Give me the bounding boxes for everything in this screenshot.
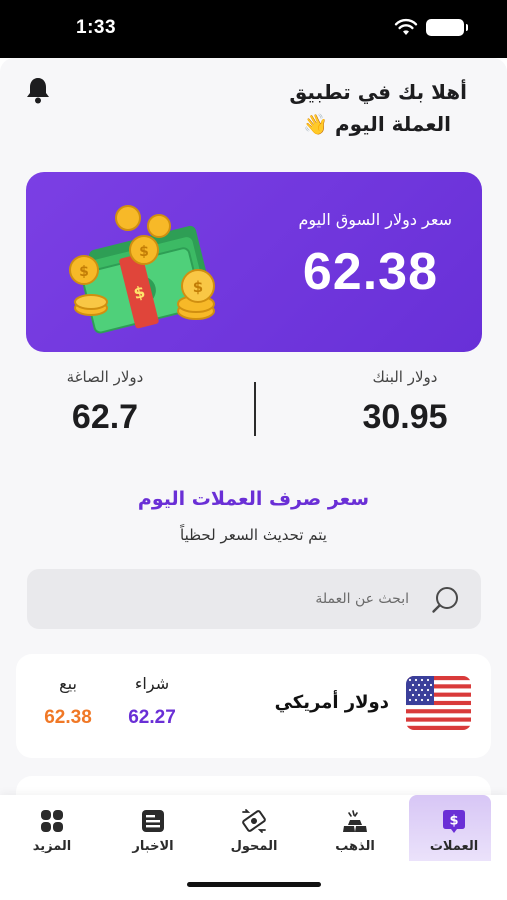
status-time: 1:33 — [76, 17, 117, 38]
market-dollar-card: $ $ $ $ $ سعر دولار السوق اليوم 62.38 — [26, 172, 482, 352]
rates-divider — [254, 382, 256, 436]
tab-gold-label: الذهب — [335, 839, 375, 854]
bank-dollar-rate: دولار البنك 30.95 — [345, 368, 465, 437]
market-dollar-value: 62.38 — [302, 243, 438, 301]
news-icon — [142, 810, 164, 832]
tab-news[interactable]: الاخبار — [103, 795, 203, 867]
svg-text:$: $ — [193, 278, 203, 296]
notification-bell-icon[interactable] — [25, 76, 51, 104]
gold-dollar-value: 62.7 — [71, 398, 139, 436]
welcome-greeting: أهلا بك في تطبيق العملة اليوم 👋 — [289, 76, 467, 140]
battery-icon — [426, 19, 468, 36]
tab-news-label: الاخبار — [132, 839, 174, 854]
currency-card-usd[interactable]: دولار أمريكي شراء 62.27 بيع 62.38 — [16, 654, 491, 758]
exchange-section-subtitle: يتم تحديث السعر لحظياً — [180, 526, 327, 544]
tab-currencies[interactable]: $ العملات — [404, 795, 504, 867]
us-flag-icon — [406, 676, 471, 730]
exchange-icon — [242, 809, 266, 833]
exchange-section-title: سعر صرف العملات اليوم — [137, 488, 370, 510]
sell-label: بيع — [59, 674, 77, 693]
dollar-tag-icon: $ — [443, 810, 465, 833]
gold-bars-icon — [343, 810, 367, 832]
tab-more-label: المزيد — [32, 839, 72, 854]
bank-dollar-value: 30.95 — [362, 398, 448, 436]
gold-dollar-rate: دولار الصاغة 62.7 — [45, 368, 165, 437]
svg-text:$: $ — [79, 264, 89, 280]
grid-icon — [41, 810, 63, 832]
wifi-icon — [394, 18, 418, 35]
home-indicator — [187, 882, 321, 887]
dollar-rates-row: دولار الصاغة 62.7 دولار البنك 30.95 — [0, 368, 507, 448]
buy-label: شراء — [134, 674, 170, 693]
currency-search-input[interactable] — [89, 569, 409, 629]
money-stack-illustration: $ $ $ $ $ — [69, 205, 215, 334]
buy-value: 62.27 — [128, 707, 176, 728]
market-dollar-title: سعر دولار السوق اليوم — [298, 210, 452, 229]
sell-value: 62.38 — [44, 707, 92, 728]
tab-converter-label: المحول — [230, 839, 278, 854]
svg-text:$: $ — [139, 244, 149, 260]
greeting-line-2: العملة اليوم 👋 — [303, 112, 451, 136]
tab-currencies-label: العملات — [429, 839, 479, 854]
search-icon[interactable] — [431, 585, 461, 615]
svg-text:$: $ — [449, 814, 458, 829]
currency-search-box[interactable] — [27, 569, 481, 629]
currency-name: دولار أمريكي — [274, 692, 389, 713]
greeting-line-1: أهلا بك في تطبيق — [289, 80, 467, 104]
bank-dollar-label: دولار البنك — [372, 368, 438, 386]
tab-more[interactable]: المزيد — [2, 795, 102, 867]
status-bar: 1:33 — [0, 0, 507, 58]
tab-converter[interactable]: المحول — [204, 795, 304, 867]
sell-price: بيع 62.38 — [28, 674, 108, 729]
tab-gold[interactable]: الذهب — [305, 795, 405, 867]
gold-dollar-label: دولار الصاغة — [66, 368, 144, 386]
buy-price: شراء 62.27 — [112, 674, 192, 729]
